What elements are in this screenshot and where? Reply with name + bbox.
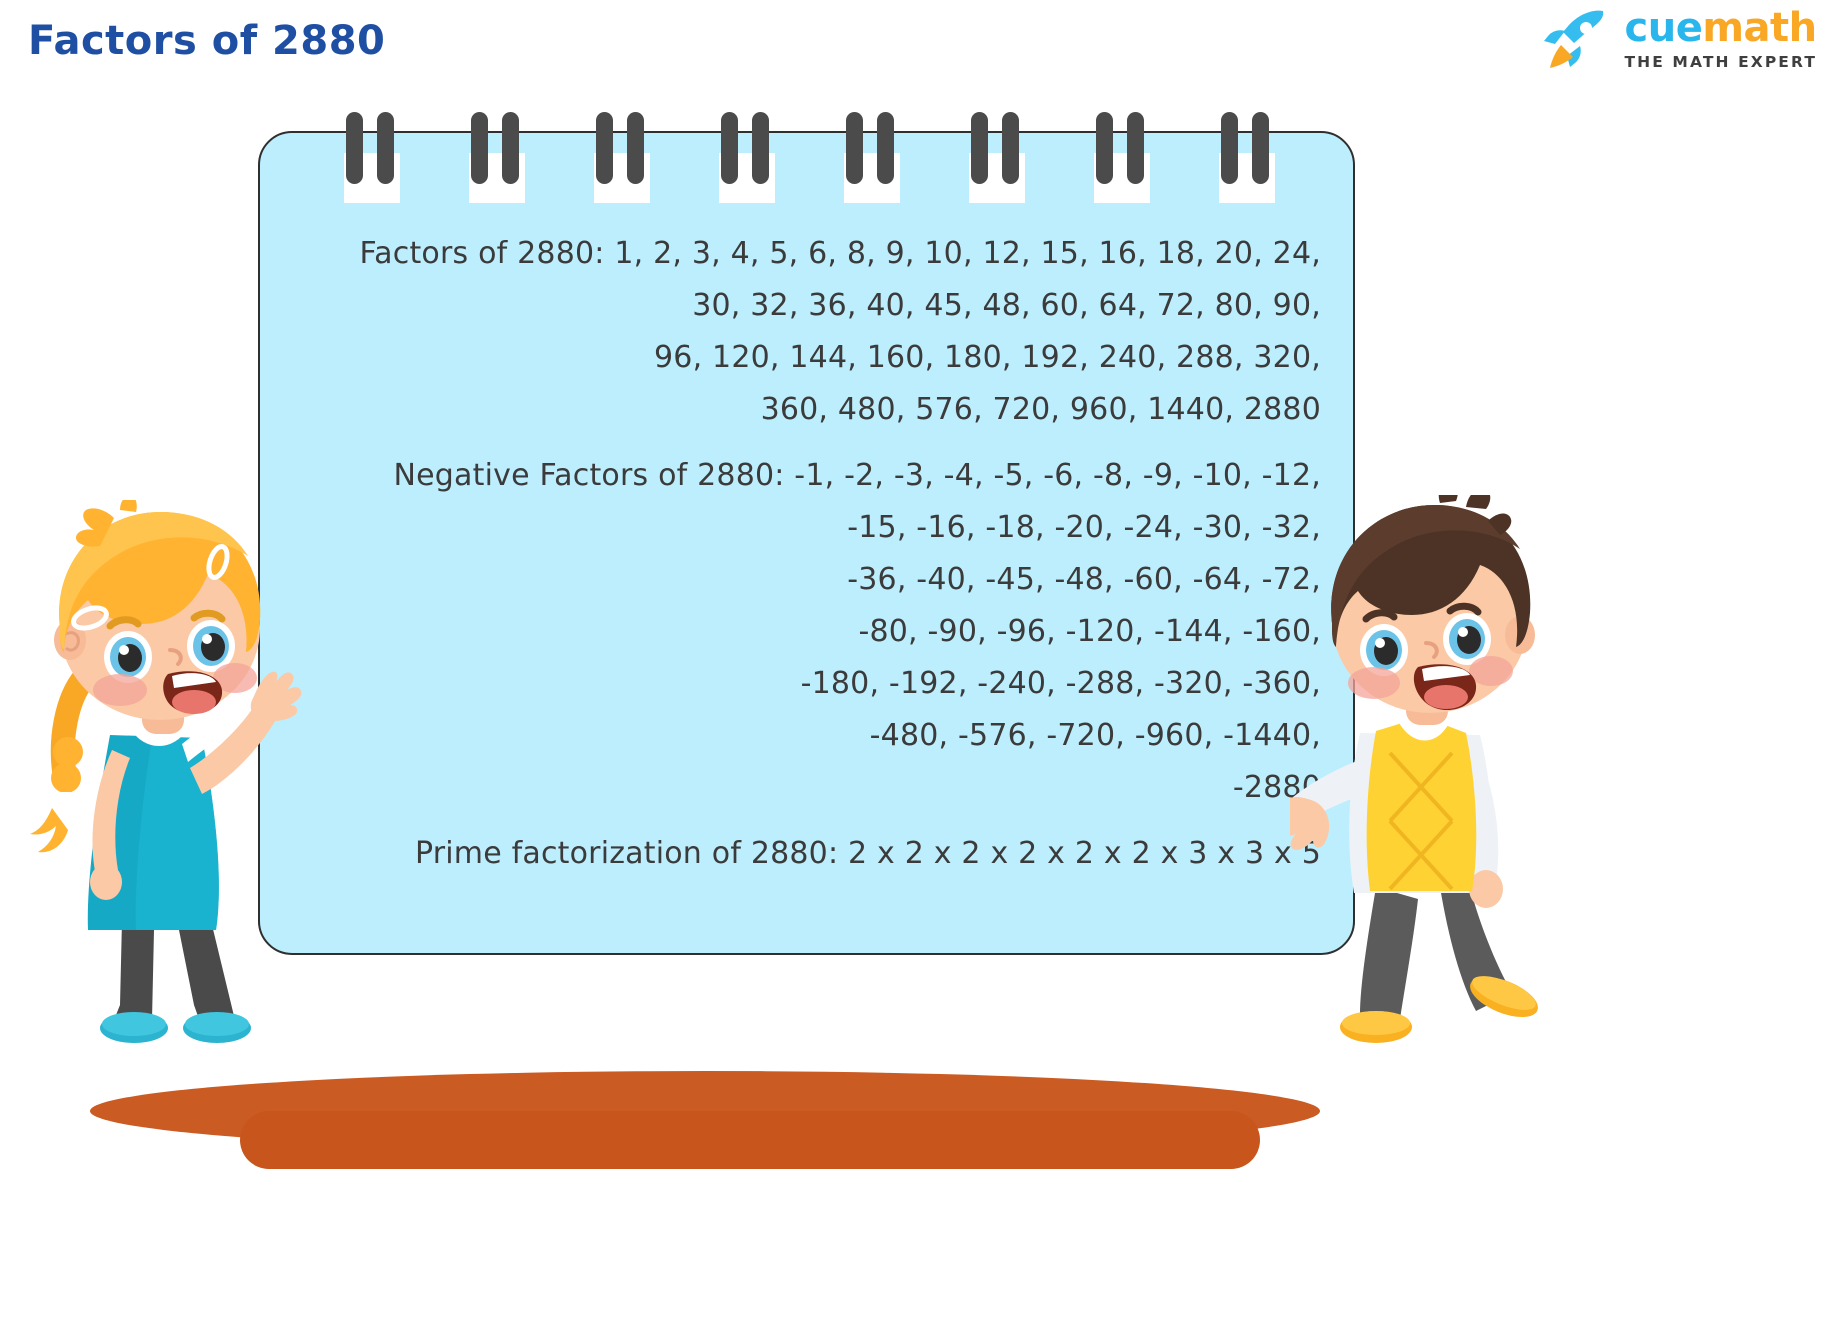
brand-name-math: math [1702, 5, 1817, 51]
rocket-icon [1543, 10, 1603, 68]
girl-dress [87, 735, 219, 930]
page-title: Factors of 2880 [28, 18, 386, 64]
brand-name: cuemath [1624, 5, 1818, 51]
boy-eye-right [1443, 613, 1491, 665]
negative-factors-line-3: -36, -40, -45, -48, -60, -64, -72, [847, 562, 1321, 597]
prime-factorization-line: Prime factorization of 2880: 2 x 2 x 2 x… [414, 836, 1321, 871]
notepad-content: Factors of 2880: 1, 2, 3, 4, 5, 6, 8, 9,… [258, 133, 1355, 953]
factors-line-4: 360, 480, 576, 720, 960, 1440, 2880 [760, 392, 1321, 427]
boy-mouth [1413, 664, 1477, 711]
girl-character [30, 500, 302, 1043]
girl-head [60, 536, 260, 720]
boy-leg-left [1360, 887, 1418, 1019]
negative-factors-line-1: Negative Factors of 2880: -1, -2, -3, -4… [393, 458, 1321, 493]
girl-braid [50, 666, 96, 782]
boy-vest [1366, 723, 1477, 891]
negative-factors-line-5: -180, -192, -240, -288, -320, -360, [800, 666, 1321, 701]
boy-shirt [1349, 733, 1492, 893]
negative-factors-line-2: -15, -16, -18, -20, -24, -30, -32, [847, 510, 1321, 545]
ground-shadow-bar [240, 1111, 1260, 1169]
boy-hair [1331, 504, 1531, 647]
girl-arm-down [92, 750, 130, 876]
brand-name-cue: cue [1624, 5, 1703, 51]
girl-mouth [163, 671, 223, 714]
boy-leg-right [1440, 887, 1512, 1011]
negative-factors-line-7: -2880 [1232, 770, 1321, 805]
girl-hair [59, 511, 261, 652]
boy-head [1332, 529, 1528, 713]
factors-line-1: Factors of 2880: 1, 2, 3, 4, 5, 6, 8, 9,… [359, 236, 1321, 271]
negative-factors-line-6: -480, -576, -720, -960, -1440, [869, 718, 1321, 753]
negative-factors-line-4: -80, -90, -96, -120, -144, -160, [858, 614, 1321, 649]
boy-eye-left [1360, 624, 1408, 676]
girl-leg-left [114, 920, 154, 1020]
factors-line-3: 96, 120, 144, 160, 180, 192, 240, 288, 3… [654, 340, 1321, 375]
brand-tagline: THE MATH EXPERT [1624, 53, 1817, 71]
girl-eye-right [187, 620, 235, 672]
girl-leg-right [177, 920, 234, 1022]
girl-eye-left [104, 631, 152, 683]
factors-line-2: 30, 32, 36, 40, 45, 48, 60, 64, 72, 80, … [692, 288, 1321, 323]
cuemath-logo: cuemath THE MATH EXPERT [1541, 5, 1818, 74]
